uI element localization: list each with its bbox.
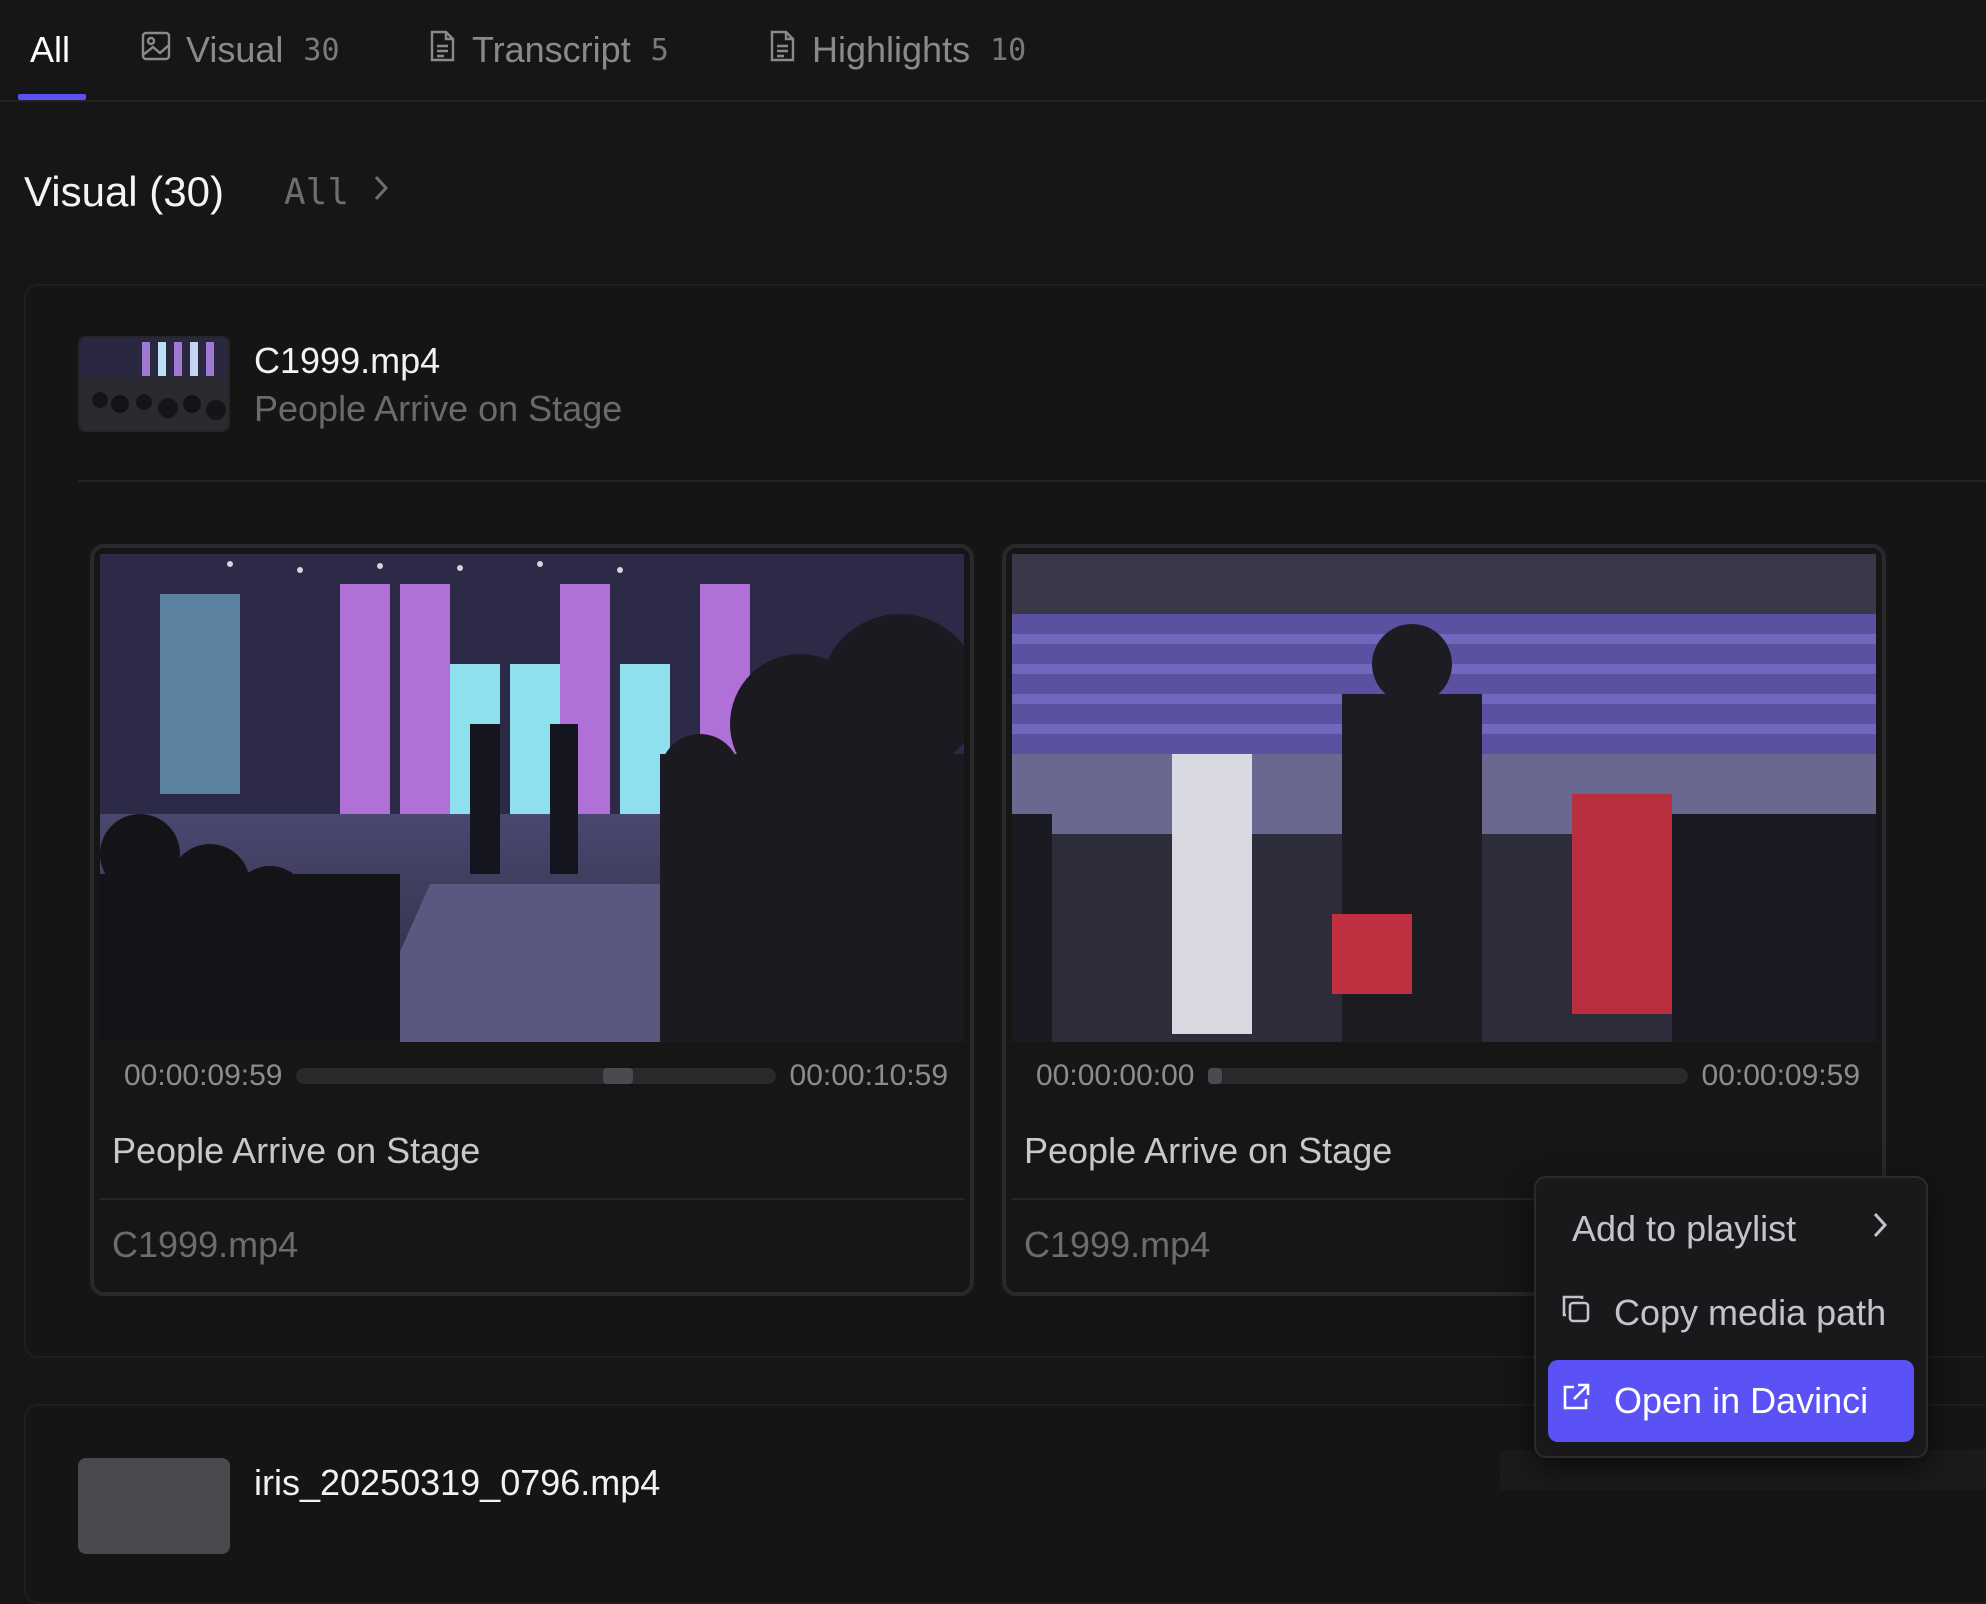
menu-item-label: Add to playlist [1572,1208,1797,1249]
divider [100,1198,964,1200]
tab-highlights[interactable]: Highlights 10 [766,22,1026,78]
menu-item-label: Copy media path [1614,1292,1887,1333]
chevron-right-icon [1870,1208,1890,1250]
tab-visual-count: 30 [303,32,340,68]
clip-preview[interactable] [1012,554,1876,1042]
see-all-label: All [284,172,350,213]
tab-highlights-count: 10 [990,32,1027,68]
clip-timeline: 00:00:09:59 00:00:10:59 [124,1056,948,1096]
media-thumbnail[interactable] [78,1458,230,1554]
clip-end-time: 00:00:10:59 [789,1059,948,1092]
tab-transcript-label: Transcript [472,29,631,70]
tab-all-label: All [30,29,71,70]
external-link-icon [1560,1380,1592,1422]
document-icon [426,29,458,72]
clip-timeline: 00:00:00:00 00:00:09:59 [1036,1056,1860,1096]
section-title: Visual (30) [24,168,224,215]
timeline-track[interactable] [296,1068,776,1084]
image-icon [140,29,172,72]
clip-title: People Arrive on Stage [112,1130,481,1171]
active-tab-indicator [18,94,86,100]
menu-item-label: Open in Davinci [1614,1380,1869,1421]
menu-item-open-in-davinci[interactable]: Open in Davinci [1548,1360,1914,1442]
document-icon [766,29,798,72]
see-all-link[interactable]: All [284,172,391,213]
media-file-name: iris_20250319_0796.mp4 [254,1462,661,1503]
tab-all[interactable]: All [30,22,70,78]
clip-file-name: C1999.mp4 [112,1224,299,1265]
chevron-right-icon [371,172,391,213]
tab-visual[interactable]: Visual 30 [140,22,340,78]
results-tab-bar: All Visual 30 Transcript 5 Highlights 10 [0,0,1986,102]
clip-start-time: 00:00:00:00 [1036,1059,1195,1092]
context-menu: Add to playlist Copy media path Open in … [1534,1176,1928,1458]
tab-highlights-label: Highlights [812,29,971,70]
timeline-track[interactable] [1208,1068,1688,1084]
tab-transcript-count: 5 [650,32,669,68]
media-description: People Arrive on Stage [254,388,623,429]
menu-item-add-to-playlist[interactable]: Add to playlist [1548,1188,1914,1270]
clip-file-name: C1999.mp4 [1024,1224,1211,1265]
tab-visual-label: Visual [186,29,284,70]
divider [78,480,1986,482]
clip-end-time: 00:00:09:59 [1701,1059,1860,1092]
media-file-name: C1999.mp4 [254,340,441,381]
clip-start-time: 00:00:09:59 [124,1059,283,1092]
clip-title: People Arrive on Stage [1024,1130,1393,1171]
timeline-marker[interactable] [1208,1068,1223,1084]
media-thumbnail[interactable] [78,336,230,432]
tab-transcript[interactable]: Transcript 5 [426,22,669,78]
copy-icon [1560,1292,1592,1334]
clip-preview[interactable] [100,554,964,1042]
timeline-marker[interactable] [603,1068,634,1084]
clip-card[interactable]: 00:00:09:59 00:00:10:59 People Arrive on… [90,544,974,1296]
menu-item-copy-media-path[interactable]: Copy media path [1548,1272,1914,1354]
